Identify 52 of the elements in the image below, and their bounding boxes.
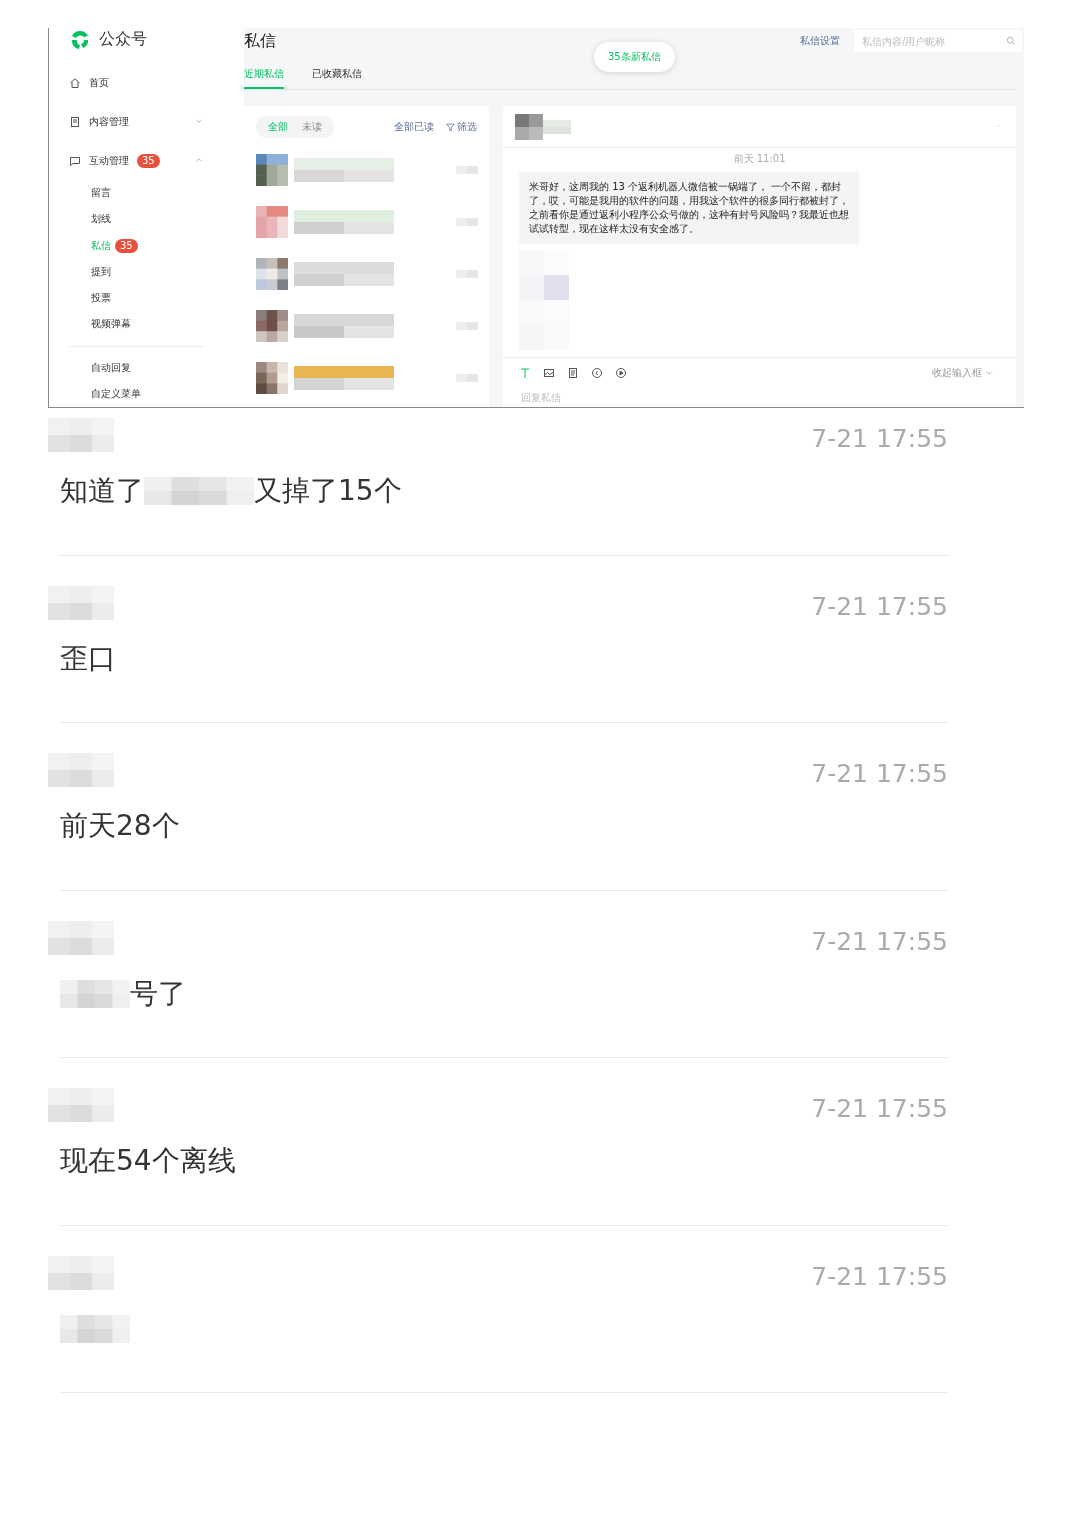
message-text: 歪口 bbox=[60, 640, 116, 677]
settings-link[interactable]: 私信设置 bbox=[800, 34, 840, 48]
message-text: 知道了 bbox=[60, 473, 144, 509]
audio-icon bbox=[591, 366, 603, 379]
sidebar-subitem[interactable]: 私信 35 bbox=[69, 232, 244, 259]
sidebar-subitem[interactable]: 投票 bbox=[69, 285, 244, 312]
document-icon bbox=[69, 115, 81, 128]
filter-link[interactable]: 筛选 bbox=[446, 120, 477, 134]
page-title: 私信 bbox=[244, 30, 276, 52]
message-text: 号了 bbox=[130, 975, 186, 1012]
logo-icon bbox=[69, 28, 91, 51]
sidebar-subitem[interactable]: 留言 bbox=[69, 180, 244, 207]
count-badge: 35 bbox=[115, 238, 138, 253]
message-time: 7-21 17:55 bbox=[811, 591, 948, 621]
home-icon bbox=[69, 76, 81, 89]
sidebar-label: 投票 bbox=[91, 291, 111, 306]
count-badge: 35 bbox=[137, 153, 160, 168]
sidebar-subitem[interactable]: 视频弹幕 bbox=[69, 311, 244, 338]
text-icon[interactable] bbox=[519, 366, 531, 379]
sidebar-subitem[interactable]: 自定义菜单 bbox=[69, 380, 244, 407]
message-text: 现在54个离线 bbox=[60, 1143, 236, 1179]
sidebar-item[interactable]: 内容管理 bbox=[69, 102, 244, 142]
message-bubble: 米哥好，这周我的 13 个返利机器人微信被一锅端了， 一个不留，都封了，哎，可能是我用的软件的问题，用我这个软件的很多同行都被封了，之前看你是通过返利小程序公众号做的，这种有封号风险吗？我最近也想试试转型，现在这样太没有安全感了。 bbox=[519, 172, 859, 244]
message-time: 7-21 17:55 bbox=[811, 1094, 948, 1123]
mark-all-read-link[interactable]: 全部已读 bbox=[394, 120, 434, 134]
sidebar-subitem[interactable]: 提到 bbox=[69, 258, 244, 285]
sidebar-label: 私信 bbox=[91, 238, 111, 253]
app-name: 公众号 bbox=[99, 29, 147, 51]
tab[interactable]: 已收藏私信 bbox=[312, 67, 362, 89]
sidebar-item[interactable]: 首页 bbox=[69, 63, 244, 103]
message-time: 7-21 17:55 bbox=[811, 1261, 948, 1291]
message-time: 7-21 17:55 bbox=[811, 424, 948, 453]
chat-icon bbox=[69, 154, 81, 167]
sidebar-label: 提到 bbox=[91, 264, 111, 279]
sidebar-subitem[interactable]: 自动回复 bbox=[69, 354, 244, 381]
message-time: 7-21 17:55 bbox=[811, 926, 948, 956]
sidebar-subitem[interactable]: 划线 bbox=[69, 206, 244, 233]
sidebar-label: 首页 bbox=[89, 75, 109, 90]
sidebar-label: 内容管理 bbox=[89, 114, 129, 129]
filter-icon bbox=[446, 122, 455, 132]
image-icon bbox=[543, 366, 555, 379]
sidebar-label: 视频弹幕 bbox=[91, 317, 131, 332]
play-icon bbox=[615, 366, 627, 379]
message-text: 前天28个 bbox=[60, 808, 180, 844]
message-time: 7-21 17:55 bbox=[811, 759, 948, 788]
message-text: 又掉了15个 bbox=[254, 473, 402, 509]
sidebar-label: 留言 bbox=[91, 186, 111, 201]
document-icon bbox=[567, 366, 579, 379]
sidebar-label: 划线 bbox=[91, 212, 111, 227]
sidebar-item[interactable]: 互动管理 35 bbox=[69, 141, 244, 180]
message-time: 前天 11:01 bbox=[733, 152, 786, 166]
sidebar-label: 互动管理 bbox=[89, 153, 129, 168]
